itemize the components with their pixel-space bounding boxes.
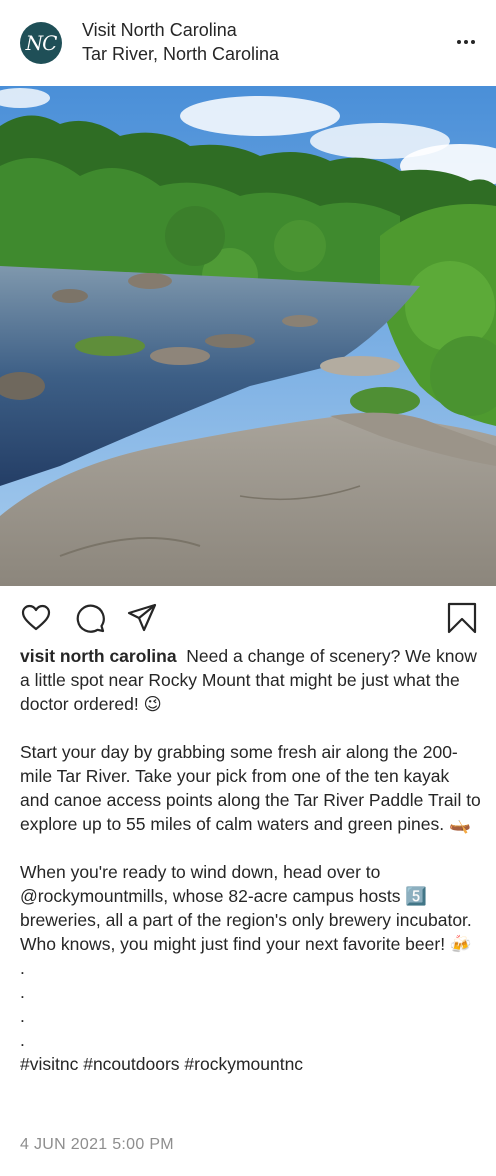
avatar[interactable]: NC xyxy=(20,22,62,64)
post-photo[interactable] xyxy=(0,86,496,586)
header-text: Visit North Carolina Tar River, North Ca… xyxy=(82,18,279,66)
heart-icon xyxy=(21,604,51,631)
paper-plane-icon xyxy=(127,603,157,632)
comment-icon xyxy=(76,604,105,633)
avatar-logo-text: NC xyxy=(25,31,58,55)
river-landscape-image xyxy=(0,86,496,586)
comment-button[interactable] xyxy=(74,602,106,634)
caption-username[interactable]: visit north carolina xyxy=(20,646,177,666)
save-button[interactable] xyxy=(446,602,478,634)
more-options-button[interactable] xyxy=(454,30,478,54)
post-actions-bar xyxy=(0,598,496,638)
post-header: NC Visit North Carolina Tar River, North… xyxy=(0,0,496,86)
share-button[interactable] xyxy=(126,602,158,634)
location-link[interactable]: Tar River, North Carolina xyxy=(82,42,279,66)
more-horizontal-icon xyxy=(457,40,461,44)
more-dot xyxy=(464,40,468,44)
caption-text: Need a change of scenery? We know a litt… xyxy=(20,646,481,1074)
post-caption: visit north carolina Need a change of sc… xyxy=(20,644,482,1076)
bookmark-icon xyxy=(447,602,477,634)
account-name[interactable]: Visit North Carolina xyxy=(82,18,279,42)
post-timestamp: 4 JUN 2021 5:00 PM xyxy=(20,1136,174,1153)
more-dot xyxy=(471,40,475,44)
like-button[interactable] xyxy=(20,602,52,634)
